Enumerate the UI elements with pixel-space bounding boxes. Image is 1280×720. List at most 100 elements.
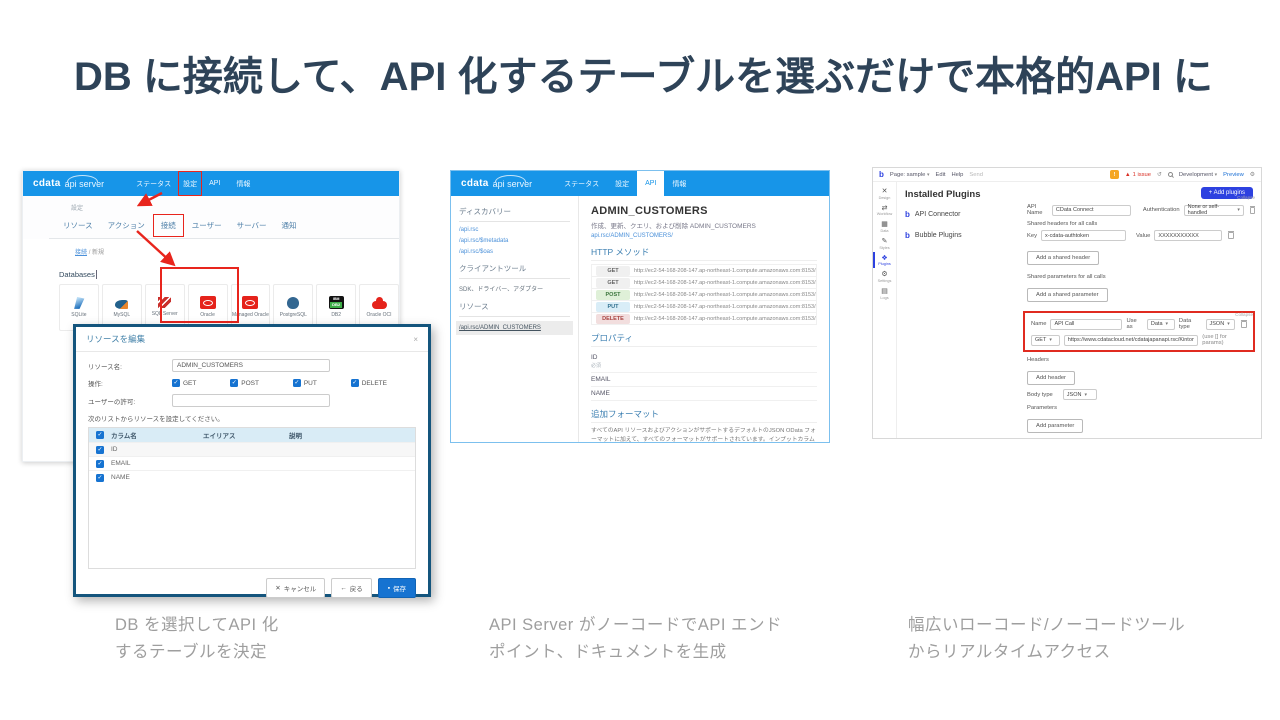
menu-help[interactable]: Help bbox=[951, 172, 963, 178]
api-name-input[interactable] bbox=[1051, 204, 1131, 216]
api-doc-main: ADMIN_CUSTOMERS 作成、更新、クエリ、および削除 ADMIN_CU… bbox=[579, 196, 829, 442]
sidebar-link[interactable]: /api.rsc bbox=[459, 227, 570, 233]
delete-icon[interactable] bbox=[1241, 319, 1247, 328]
checkbox-checked-icon[interactable]: ✓ bbox=[96, 459, 104, 468]
resource-name-label: リソース名: bbox=[88, 363, 122, 371]
add-parameter-button[interactable]: Add parameter bbox=[1027, 419, 1084, 433]
rail-item-logs[interactable]: ▤ Logs bbox=[873, 285, 896, 302]
resource-name-input[interactable] bbox=[172, 359, 330, 372]
rail-item-plugins[interactable]: ❖ Plugins bbox=[873, 252, 896, 269]
tab-users[interactable]: ユーザー bbox=[192, 220, 222, 231]
sidebar-link-sdk[interactable]: SDK、ドライバー、アダプター bbox=[459, 284, 570, 293]
breadcrumb-current: / 新規 bbox=[88, 250, 105, 256]
checkbox-checked-icon[interactable]: ✓ bbox=[96, 445, 104, 454]
tab-actions[interactable]: アクション bbox=[108, 220, 145, 231]
nav-info[interactable]: 情報 bbox=[664, 171, 694, 196]
data-type-select[interactable]: JSON bbox=[1205, 318, 1236, 330]
collapse-link[interactable]: Collapse bbox=[1237, 195, 1255, 200]
modal-body: リソース名: 操作: ✓ GET ✓ POST ✓ PUT bbox=[76, 352, 428, 569]
slide: DB に接続して、API 化するテーブルを選ぶだけで本格的API に cdata… bbox=[0, 0, 1280, 720]
table-row[interactable]: ✓ NAME bbox=[89, 470, 415, 484]
modal-header: リソースを編集 × bbox=[76, 327, 428, 352]
rail-item-settings[interactable]: ⚙ Settings bbox=[873, 268, 896, 285]
use-as-select[interactable]: Data bbox=[1146, 318, 1175, 330]
checkbox-checked-icon[interactable]: ✓ bbox=[350, 379, 359, 387]
checkbox-get[interactable]: ✓ GET bbox=[172, 379, 196, 387]
modal-title: リソースを編集 bbox=[86, 334, 146, 344]
sidebar-item-admin-customers[interactable]: /api.rsc/ADMIN_CUSTOMERS bbox=[456, 321, 573, 335]
back-button[interactable]: ← 戻る bbox=[331, 578, 372, 598]
save-button[interactable]: ▪ 保存 bbox=[377, 578, 416, 598]
rail-item-data[interactable]: ▦ Data bbox=[873, 218, 896, 235]
method-url[interactable]: http://ec2-54-168-208-147.ap-northeast-1… bbox=[634, 292, 816, 298]
menu-edit[interactable]: Edit bbox=[935, 172, 945, 178]
nav-status[interactable]: ステータス bbox=[556, 171, 607, 196]
tab-notifications[interactable]: 通知 bbox=[282, 220, 297, 231]
tab-resources[interactable]: リソース bbox=[63, 220, 93, 231]
method-badge: POST bbox=[596, 289, 630, 300]
method-url[interactable]: http://ec2-54-168-208-147.ap-northeast-1… bbox=[634, 316, 816, 322]
breadcrumb-link[interactable]: 接続 bbox=[75, 250, 87, 256]
add-header-button[interactable]: Add header bbox=[1027, 371, 1075, 385]
sidebar-link[interactable]: /api.rsc/$metadata bbox=[459, 238, 570, 244]
cancel-button[interactable]: ✕ キャンセル bbox=[266, 578, 326, 598]
nav-info[interactable]: 情報 bbox=[228, 171, 258, 196]
method-url[interactable]: http://ec2-54-168-208-147.ap-northeast-1… bbox=[634, 280, 816, 286]
oracle-cloud-icon bbox=[371, 297, 387, 310]
close-icon[interactable]: × bbox=[413, 335, 418, 344]
checkbox-put[interactable]: ✓ PUT bbox=[292, 379, 317, 387]
call-url-input[interactable] bbox=[1063, 334, 1199, 346]
environment-select[interactable]: Development ▾ bbox=[1179, 172, 1217, 178]
user-permission-input[interactable] bbox=[172, 394, 330, 407]
issue-badge[interactable]: ▲ 1 issue bbox=[1125, 172, 1151, 178]
add-shared-header-button[interactable]: Add a shared header bbox=[1027, 251, 1100, 265]
search-icon[interactable] bbox=[1167, 172, 1173, 177]
http-method-select[interactable]: GET bbox=[1031, 334, 1060, 346]
method-url[interactable]: http://ec2-54-168-208-147.ap-northeast-1… bbox=[634, 304, 816, 310]
delete-icon[interactable] bbox=[1228, 231, 1235, 239]
checkbox-checked-icon[interactable]: ✓ bbox=[96, 473, 104, 482]
delete-icon[interactable] bbox=[1249, 205, 1256, 214]
rail-item-styles[interactable]: ✎ Styles bbox=[873, 235, 896, 252]
workflow-icon: ⇄ bbox=[881, 204, 888, 212]
nav-api[interactable]: API bbox=[637, 171, 665, 196]
tab-server[interactable]: サーバー bbox=[237, 220, 267, 231]
database-filter-input[interactable]: Databases bbox=[59, 270, 97, 279]
gear-icon[interactable]: ⚙ bbox=[1250, 172, 1255, 178]
alert-icon[interactable]: ! bbox=[1109, 170, 1119, 179]
method-url[interactable]: http://ec2-54-168-208-147.ap-northeast-1… bbox=[634, 268, 816, 274]
table-row[interactable]: ✓ ID bbox=[89, 442, 415, 456]
plugin-item-bubble-plugins[interactable]: b Bubble Plugins bbox=[905, 231, 1015, 240]
checkbox-post[interactable]: ✓ POST bbox=[230, 379, 259, 387]
plugin-item-api-connector[interactable]: b API Connector bbox=[905, 210, 1015, 219]
body-type-select[interactable]: JSON bbox=[1062, 389, 1097, 400]
call-name-input[interactable] bbox=[1050, 318, 1123, 330]
top-nav: ステータス 設定 API 情報 bbox=[128, 171, 258, 196]
postgresql-icon bbox=[287, 296, 300, 309]
checkbox-checked-icon[interactable]: ✓ bbox=[230, 379, 239, 387]
checkbox-checked-icon[interactable]: ✓ bbox=[96, 431, 104, 439]
checkbox-checked-icon[interactable]: ✓ bbox=[172, 379, 180, 387]
menu-send[interactable]: Send bbox=[969, 172, 983, 178]
preview-button[interactable]: Preview bbox=[1223, 172, 1244, 178]
value-input[interactable] bbox=[1154, 230, 1223, 241]
tab-connections[interactable]: 接続 bbox=[152, 214, 184, 237]
checkbox-checked-icon[interactable]: ✓ bbox=[292, 379, 301, 387]
undo-icon[interactable]: ↺ bbox=[1157, 172, 1162, 178]
authentication-select[interactable]: None or self-handled bbox=[1183, 204, 1244, 216]
nav-settings[interactable]: 設定 bbox=[178, 171, 203, 196]
page-select[interactable]: Page: sample ▾ bbox=[890, 172, 930, 178]
nav-api[interactable]: API bbox=[201, 171, 228, 196]
nav-settings[interactable]: 設定 bbox=[607, 171, 637, 196]
authentication-label: Authentication bbox=[1142, 207, 1180, 213]
nav-status[interactable]: ステータス bbox=[128, 171, 179, 196]
sidebar-link[interactable]: /api.rsc/$oas bbox=[459, 249, 570, 255]
collapse-link[interactable]: Collapse bbox=[1235, 312, 1253, 317]
key-input[interactable] bbox=[1041, 230, 1126, 241]
add-shared-parameter-button[interactable]: Add a shared parameter bbox=[1027, 288, 1108, 302]
rail-item-design[interactable]: ✕ Design bbox=[873, 185, 896, 202]
table-row[interactable]: ✓ EMAIL bbox=[89, 456, 415, 470]
rail-item-workflow[interactable]: ⇄ Workflow bbox=[873, 202, 896, 219]
resource-link[interactable]: api.rsc/ADMIN_CUSTOMERS/ bbox=[591, 233, 817, 239]
checkbox-delete[interactable]: ✓ DELETE bbox=[350, 379, 387, 387]
